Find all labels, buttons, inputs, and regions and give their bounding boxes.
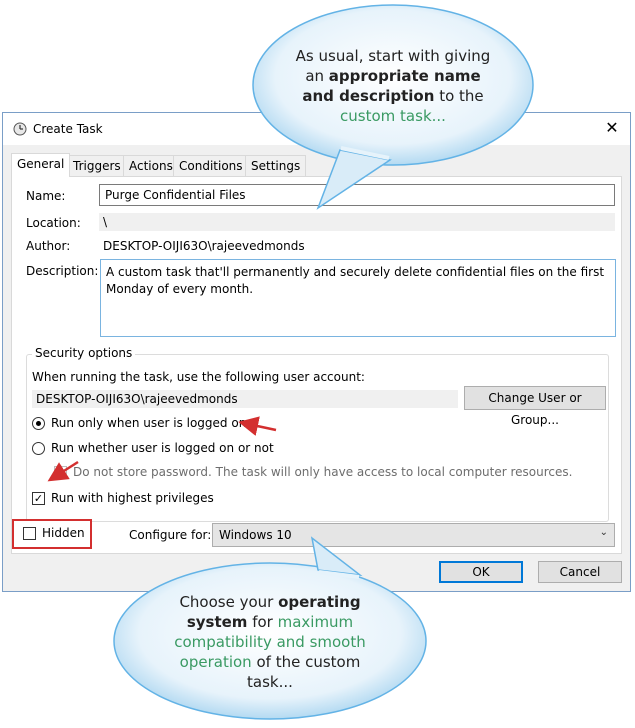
callout-top-text: As usual, start with giving an appropria…: [295, 47, 491, 125]
callout-bottom-text: Choose your operating system for maximum…: [174, 593, 366, 691]
tab-general[interactable]: General: [11, 153, 71, 177]
